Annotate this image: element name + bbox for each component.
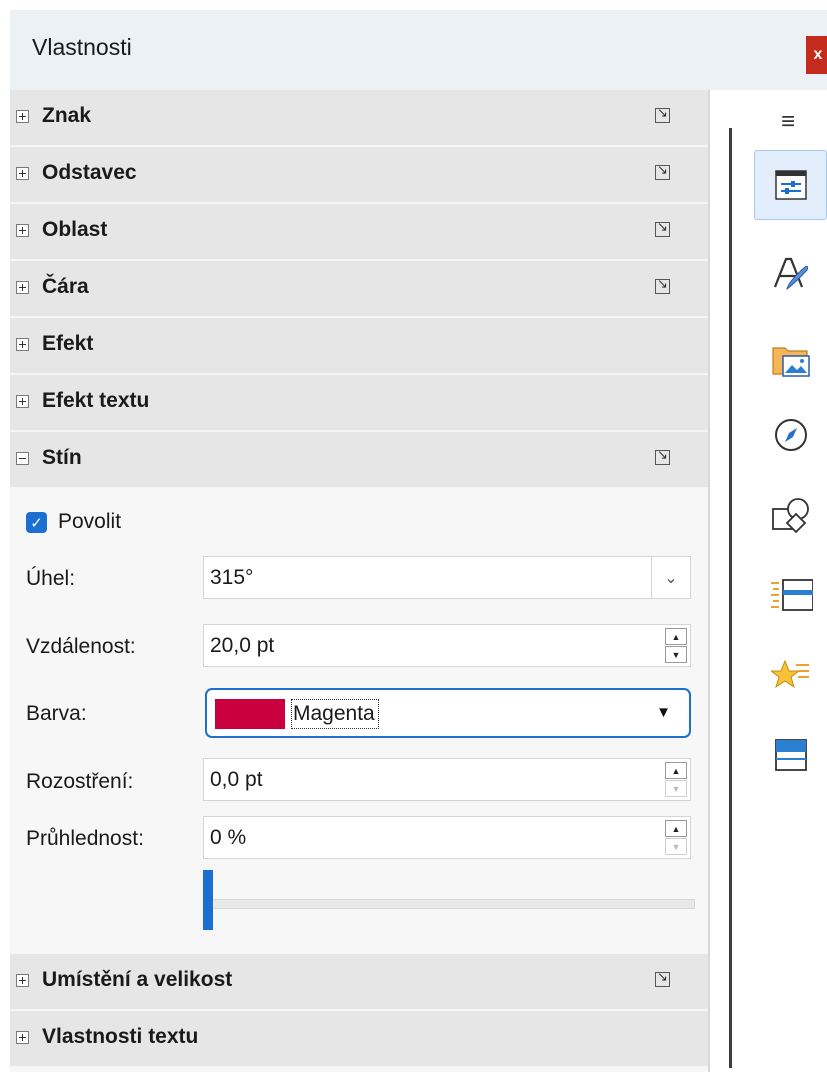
transparency-spin-buttons: ▲ ▼ xyxy=(665,820,687,855)
section-label: Efekt textu xyxy=(42,389,150,412)
section-label: Umístění a velikost xyxy=(42,968,233,991)
section-vlastnosti-textu[interactable]: Vlastnosti textu xyxy=(10,1011,708,1067)
section-label: Oblast xyxy=(42,218,108,241)
slide-transition-icon xyxy=(770,579,813,611)
section-label: Znak xyxy=(42,104,92,127)
angle-value: 315° xyxy=(210,566,254,589)
section-oblast[interactable]: Oblast xyxy=(10,204,708,260)
color-name: Magenta xyxy=(291,699,379,729)
collapse-icon[interactable] xyxy=(16,452,29,465)
hamburger-menu-icon[interactable]: ≡ xyxy=(781,108,795,136)
color-swatch xyxy=(215,699,285,729)
expand-icon[interactable] xyxy=(16,395,29,408)
section-label: Vlastnosti textu xyxy=(42,1025,199,1048)
spin-down-icon[interactable]: ▼ xyxy=(665,838,687,855)
more-options-icon[interactable] xyxy=(655,970,670,987)
sidebar-tab-bar: ≡ xyxy=(710,90,827,1072)
slide-transition-tab[interactable] xyxy=(754,560,827,630)
spin-up-icon[interactable]: ▲ xyxy=(665,628,687,645)
expand-icon[interactable] xyxy=(16,1031,29,1044)
close-button[interactable]: x xyxy=(806,36,827,74)
more-options-icon[interactable] xyxy=(655,220,670,237)
section-efekt[interactable]: Efekt xyxy=(10,318,708,374)
properties-icon xyxy=(774,170,807,200)
angle-combobox[interactable]: 315° ⌄ xyxy=(203,556,691,599)
expand-icon[interactable] xyxy=(16,974,29,987)
section-label: Efekt xyxy=(42,332,94,355)
master-slides-tab[interactable] xyxy=(754,720,827,790)
more-options-icon[interactable] xyxy=(655,277,670,294)
section-stin[interactable]: Stín xyxy=(10,432,708,488)
section-odstavec[interactable]: Odstavec xyxy=(10,147,708,203)
expand-icon[interactable] xyxy=(16,338,29,351)
distance-label: Vzdálenost: xyxy=(26,635,136,658)
transparency-label: Průhlednost: xyxy=(26,827,144,850)
enable-shadow-label: Povolit xyxy=(58,510,122,533)
styles-tab[interactable] xyxy=(754,238,827,308)
transparency-slider-thumb[interactable] xyxy=(203,870,213,930)
spin-up-icon[interactable]: ▲ xyxy=(665,820,687,837)
transparency-value: 0 % xyxy=(210,826,247,849)
gallery-icon xyxy=(771,347,810,377)
panel-title: Vlastnosti xyxy=(32,34,132,60)
enable-shadow-checkbox[interactable]: ✓ xyxy=(26,512,47,533)
blur-spinfield[interactable]: 0,0 pt ▲ ▼ xyxy=(203,758,691,801)
section-efekt-textu[interactable]: Efekt textu xyxy=(10,375,708,431)
color-picker-dropdown[interactable]: Magenta ▼ xyxy=(205,688,691,738)
animation-tab[interactable] xyxy=(754,640,827,710)
more-options-icon[interactable] xyxy=(655,448,670,465)
animation-icon xyxy=(770,659,809,689)
spin-down-icon[interactable]: ▼ xyxy=(665,646,687,663)
angle-label: Úhel: xyxy=(26,567,76,590)
section-label: Odstavec xyxy=(42,161,137,184)
transparency-slider-track[interactable] xyxy=(203,899,695,909)
blur-spin-buttons: ▲ ▼ xyxy=(665,762,687,797)
section-umisteni-a-velikost[interactable]: Umístění a velikost xyxy=(10,954,708,1010)
section-znak[interactable]: Znak xyxy=(10,90,708,146)
properties-tab[interactable] xyxy=(754,150,827,220)
tab-bar-separator xyxy=(729,128,732,1068)
properties-panel: Znak Odstavec Oblast Čára Efekt Efekt te… xyxy=(10,90,708,1072)
color-label: Barva: xyxy=(26,702,87,725)
styles-icon xyxy=(773,257,808,291)
shapes-icon xyxy=(771,498,809,534)
chevron-down-icon[interactable]: ⌄ xyxy=(651,557,690,598)
spin-up-icon[interactable]: ▲ xyxy=(665,762,687,779)
navigator-tab[interactable] xyxy=(754,400,827,470)
dropdown-caret-icon[interactable]: ▼ xyxy=(656,704,671,721)
spin-down-icon[interactable]: ▼ xyxy=(665,780,687,797)
expand-icon[interactable] xyxy=(16,224,29,237)
blur-value: 0,0 pt xyxy=(210,768,263,791)
navigator-icon xyxy=(774,419,807,451)
blur-label: Rozostření: xyxy=(26,770,134,793)
section-label: Čára xyxy=(42,275,89,298)
expand-icon[interactable] xyxy=(16,281,29,294)
shapes-tab[interactable] xyxy=(754,480,827,550)
distance-spinfield[interactable]: 20,0 pt ▲ ▼ xyxy=(203,624,691,667)
gallery-tab[interactable] xyxy=(754,325,827,395)
transparency-spinfield[interactable]: 0 % ▲ ▼ xyxy=(203,816,691,859)
distance-spin-buttons: ▲ ▼ xyxy=(665,628,687,663)
expand-icon[interactable] xyxy=(16,110,29,123)
shadow-section-body: ✓ Povolit Úhel: 315° ⌄ Vzdálenost: 20,0 … xyxy=(10,490,708,954)
distance-value: 20,0 pt xyxy=(210,634,275,657)
title-bar: Vlastnosti xyxy=(10,10,827,90)
more-options-icon[interactable] xyxy=(655,106,670,123)
section-cara[interactable]: Čára xyxy=(10,261,708,317)
section-label: Stín xyxy=(42,446,82,469)
more-options-icon[interactable] xyxy=(655,163,670,180)
expand-icon[interactable] xyxy=(16,167,29,180)
master-slides-icon xyxy=(774,739,807,771)
